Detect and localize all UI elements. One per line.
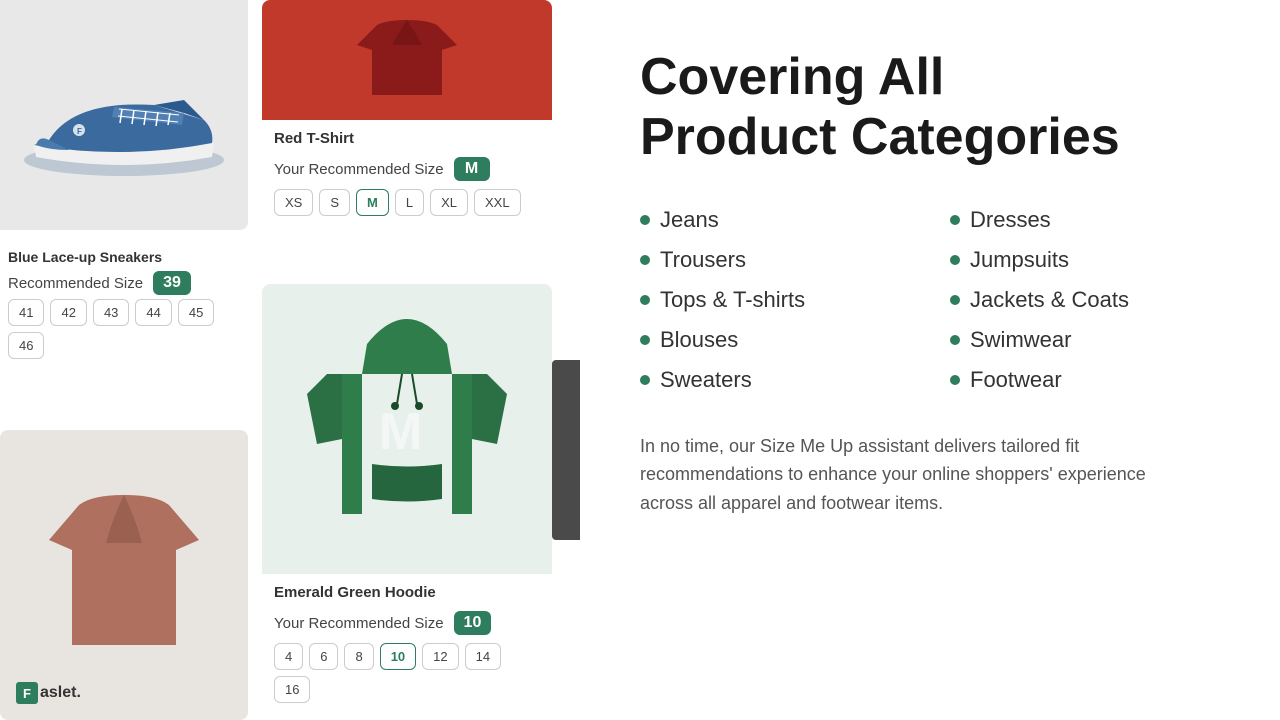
sneaker-size-badge: 39 [153, 271, 191, 295]
hoodie-size-badge: 10 [454, 611, 492, 635]
category-item: Swimwear [950, 320, 1220, 360]
categories-left-list: JeansTrousersTops & T-shirtsBlousesSweat… [640, 200, 910, 400]
sneaker-size-42[interactable]: 42 [50, 299, 86, 326]
tshirt-size-badge: M [454, 157, 490, 181]
logo-text: aslet. [40, 684, 81, 702]
sneaker-recommended-label: Recommended Size [8, 275, 143, 292]
left-panel: F Blue Lace-up Sneakers Recommended Size… [0, 0, 580, 720]
category-item: Jeans [640, 200, 910, 240]
hoodie-size-12[interactable]: 12 [422, 643, 458, 670]
scroll-bar[interactable] [552, 360, 580, 540]
sneaker-size-41[interactable]: 41 [8, 299, 44, 326]
category-item: Jackets & Coats [950, 280, 1220, 320]
categories-right-list: DressesJumpsuitsJackets & CoatsSwimwearF… [950, 200, 1220, 400]
tshirt-size-XS[interactable]: XS [274, 189, 313, 216]
tshirt-card: Red T-Shirt Your Recommended Size M XSSM… [262, 0, 552, 232]
tshirt-recommended-row: Your Recommended Size M [262, 153, 552, 189]
hoodie-size-6[interactable]: 6 [309, 643, 338, 670]
hoodie-size-10[interactable]: 10 [380, 643, 416, 670]
hoodie-card: M Emerald Green Hoodie Your Recommended … [262, 284, 552, 703]
hoodie-svg: M [307, 314, 507, 544]
hoodie-size-options: 468 1012 14 16 [262, 643, 552, 703]
shoe-svg: F [14, 45, 234, 185]
sneaker-size-options: 414243444546 [0, 299, 248, 359]
tshirt-image [262, 0, 552, 120]
logo: F aslet. [16, 682, 81, 704]
tshirt-size-S[interactable]: S [319, 189, 350, 216]
right-panel: Covering All Product Categories JeansTro… [580, 0, 1280, 720]
tshirt-size-L[interactable]: L [395, 189, 424, 216]
svg-text:M: M [379, 403, 422, 461]
svg-text:F: F [77, 127, 82, 136]
tshirt-size-M[interactable]: M [356, 189, 389, 216]
hoodie-size-14[interactable]: 14 [465, 643, 501, 670]
sneaker-label-area: Blue Lace-up Sneakers Recommended Size 3… [0, 245, 248, 359]
tshirt-svg [357, 15, 457, 105]
sneaker-product-name: Blue Lace-up Sneakers [0, 245, 248, 269]
hoodie-size-4[interactable]: 4 [274, 643, 303, 670]
shoe-card: F [0, 0, 248, 230]
sneaker-size-44[interactable]: 44 [135, 299, 171, 326]
shoe-image: F [0, 0, 248, 230]
sneaker-size-45[interactable]: 45 [178, 299, 214, 326]
tshirt-size-XL[interactable]: XL [430, 189, 468, 216]
category-item: Footwear [950, 360, 1220, 400]
category-item: Tops & T-shirts [640, 280, 910, 320]
tshirt-size-XXL[interactable]: XXL [474, 189, 521, 216]
category-item: Blouses [640, 320, 910, 360]
main-title: Covering All Product Categories [640, 48, 1220, 168]
hoodie-size-8[interactable]: 8 [344, 643, 373, 670]
tshirt-product-name: Red T-Shirt [262, 120, 552, 153]
sneaker-size-46[interactable]: 46 [8, 332, 44, 359]
tshirt-size-options: XSSMLXLXXL [262, 189, 552, 216]
brown-tshirt-svg [44, 485, 204, 665]
sneaker-size-43[interactable]: 43 [93, 299, 129, 326]
logo-icon: F [16, 682, 38, 704]
description-text: In no time, our Size Me Up assistant del… [640, 432, 1160, 518]
hoodie-product-name: Emerald Green Hoodie [262, 574, 552, 607]
category-item: Sweaters [640, 360, 910, 400]
category-item: Dresses [950, 200, 1220, 240]
hoodie-image: M [262, 284, 552, 574]
tshirt-recommended-label: Your Recommended Size [274, 161, 444, 178]
category-item: Trousers [640, 240, 910, 280]
sneaker-recommended-row: Recommended Size 39 [0, 269, 248, 299]
category-item: Jumpsuits [950, 240, 1220, 280]
hoodie-recommended-label: Your Recommended Size [274, 615, 444, 632]
brown-tshirt-card [0, 430, 248, 720]
hoodie-size-16[interactable]: 16 [274, 676, 310, 703]
categories-grid: JeansTrousersTops & T-shirtsBlousesSweat… [640, 200, 1220, 400]
hoodie-recommended-row: Your Recommended Size 10 [262, 607, 552, 643]
